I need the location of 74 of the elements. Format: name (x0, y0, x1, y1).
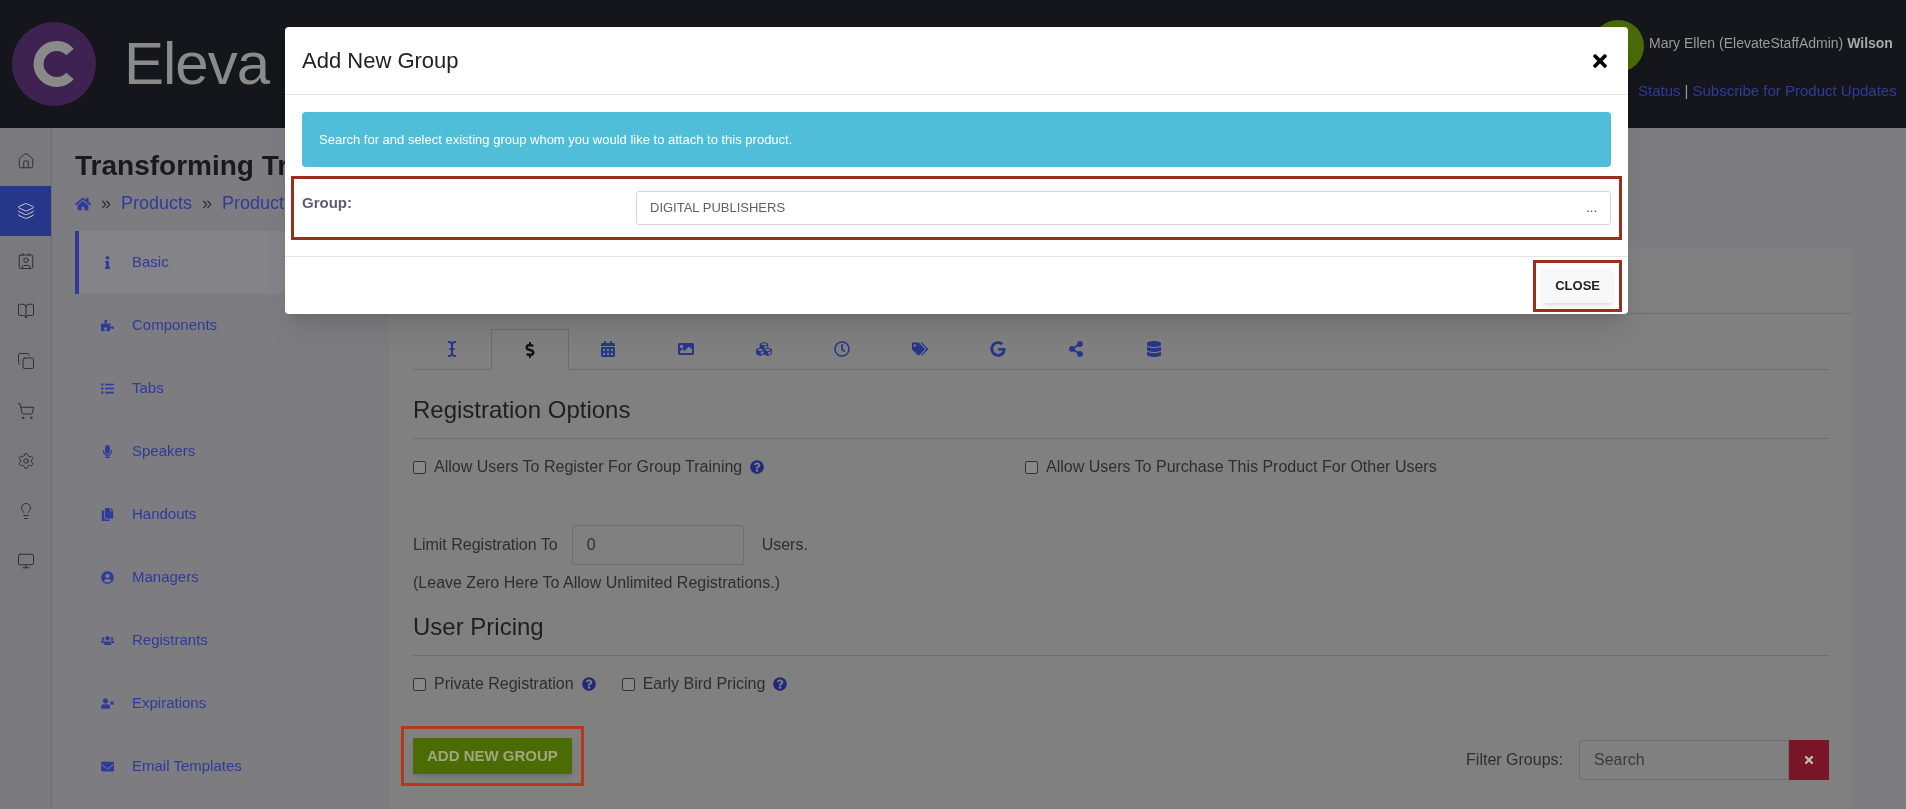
cubes-icon (756, 341, 772, 357)
home-icon[interactable] (75, 195, 91, 212)
close-icon (1803, 754, 1815, 766)
envelope-icon (101, 760, 114, 773)
close-button[interactable]: CLOSE (1542, 268, 1613, 303)
help-icon[interactable] (773, 677, 788, 691)
list-icon (101, 382, 114, 395)
user-remove-icon (101, 697, 114, 710)
section-heading: User Pricing (413, 609, 1829, 656)
layers-icon (16, 202, 35, 220)
nav-item[interactable]: Components (75, 294, 380, 357)
book-icon (16, 302, 35, 320)
limit-note: (Leave Zero Here To Allow Unlimited Registrations.) (413, 573, 781, 593)
monitor-icon (16, 552, 35, 570)
breadcrumb-link[interactable]: Product (222, 190, 285, 217)
option-label: Private Registration (434, 674, 574, 694)
users-icon (101, 634, 114, 647)
option-label: Allow Users To Register For Group Training (434, 457, 743, 477)
checkbox[interactable] (621, 677, 635, 691)
field-label: Group: (302, 193, 353, 213)
microphone-icon (101, 445, 114, 458)
documents-icon (101, 508, 114, 521)
home-icon (16, 152, 35, 170)
rail-button[interactable] (0, 186, 51, 236)
clock-icon (834, 341, 850, 357)
breadcrumb-link[interactable]: Products (121, 190, 193, 217)
share-icon (1068, 341, 1084, 357)
updates-link[interactable]: Subscribe for Product Updates (1692, 80, 1897, 103)
status-link[interactable]: Status (1638, 80, 1681, 103)
google-icon (990, 341, 1006, 357)
link-separator: | (1684, 81, 1689, 101)
image-icon (678, 341, 694, 357)
limit-unit: Users. (761, 535, 808, 555)
documents-icon (16, 352, 35, 370)
settings-icon (16, 452, 35, 470)
modal-title: Add New Group (302, 47, 459, 75)
clear-button[interactable] (1789, 740, 1829, 780)
help-icon[interactable] (750, 460, 765, 474)
puzzle-icon (101, 319, 114, 332)
nav-item[interactable]: Managers (75, 546, 380, 609)
calendar-icon (600, 341, 616, 357)
logo-text: Eleva (124, 34, 270, 94)
checkbox[interactable] (413, 677, 426, 691)
checkbox[interactable] (1025, 460, 1038, 474)
nav-item[interactable]: Registrants (75, 609, 380, 672)
breadcrumb-separator: » (202, 192, 213, 215)
option-label: Allow Users To Purchase This Product For Other Users (1046, 457, 1437, 477)
help-icon[interactable] (581, 677, 596, 691)
user-icon (101, 571, 114, 584)
search-field[interactable]: Search (1579, 740, 1789, 780)
tags-icon (912, 341, 928, 357)
add-group-button[interactable]: ADD NEW GROUP (413, 738, 572, 774)
nav-item[interactable]: Tabs (75, 357, 380, 420)
nav-item[interactable]: Expirations (75, 672, 380, 735)
logo-icon (12, 22, 96, 106)
nav-item[interactable]: Handouts (75, 483, 380, 546)
breadcrumb-separator: » (101, 192, 111, 215)
database-icon (1146, 341, 1162, 357)
limit-label: Limit Registration To (413, 535, 558, 555)
group-field[interactable]: DIGITAL PUBLISHERS ... (636, 191, 1611, 225)
checkbox[interactable] (413, 460, 426, 474)
nav-item[interactable]: Email Templates (75, 735, 380, 798)
user-name: Mary Ellen (ElevateStaffAdmin) Wilson (1649, 34, 1893, 53)
nav-item[interactable]: Speakers (75, 420, 380, 483)
cart-icon (16, 402, 35, 420)
person-icon (16, 252, 35, 270)
section-heading: Registration Options (413, 392, 1829, 439)
option-label: Early Bird Pricing (642, 674, 766, 694)
filter-label: Filter Groups: (1466, 750, 1563, 770)
limit-input[interactable]: 0 (571, 525, 744, 565)
page-title: Transforming Tr (75, 149, 290, 183)
more-indicator: ... (1586, 199, 1597, 218)
tab[interactable] (491, 329, 569, 370)
info-alert: Search for and select existing group whom you would like to attach to this product. (302, 112, 1611, 167)
